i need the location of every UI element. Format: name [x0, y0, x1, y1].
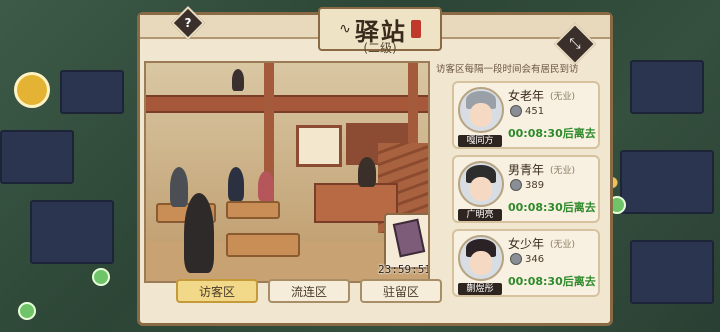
- leave-countdown: 00:08:30后离去: [508, 275, 596, 288]
- coin-value: 346: [525, 253, 545, 265]
- side-menu-button[interactable]: [14, 72, 50, 108]
- tab-linger-zone[interactable]: 流连区: [268, 279, 350, 303]
- item-timer: 23:59:51: [378, 263, 430, 276]
- visitor-type: 女少年: [508, 237, 545, 251]
- avatar-face: [470, 177, 492, 201]
- inn-scene: 23:59:51: [144, 61, 430, 283]
- panel-level: (二级): [363, 41, 397, 55]
- map-building: [60, 70, 124, 114]
- balcony-rail: [146, 95, 428, 113]
- help-icon: ?: [184, 16, 192, 30]
- map-pin-icon[interactable]: [92, 268, 110, 286]
- innkeeper-figure[interactable]: [358, 157, 376, 187]
- map-building: [0, 130, 74, 184]
- coin-value: 451: [525, 105, 545, 117]
- visitor-list: 嘎同方 女老年 (无业) 451 00:08:30后离去 广明亮 男青年 (无业…: [452, 81, 600, 303]
- map-pin-icon[interactable]: [18, 302, 36, 320]
- coin-icon: [510, 179, 522, 191]
- npc-figure[interactable]: [232, 69, 244, 91]
- book-icon: [392, 218, 426, 258]
- table: [226, 201, 280, 219]
- visitor-notice: 访客区每隔一段时间会有居民到访: [436, 64, 579, 75]
- visitor-avatar: [458, 161, 504, 207]
- visitor-coins: 389: [510, 179, 544, 191]
- player-figure[interactable]: [184, 193, 214, 273]
- cloud-ornament-icon: ∿: [339, 21, 351, 37]
- visitor-name: 广明亮: [458, 209, 502, 221]
- visitor-job: (无业): [550, 240, 576, 250]
- avatar-face: [470, 103, 492, 127]
- map-building: [30, 200, 114, 264]
- visitor-card[interactable]: 蒯煜彤 女少年 (无业) 346 00:08:30后离去: [452, 229, 600, 297]
- visitor-name: 蒯煜彤: [458, 283, 502, 295]
- tab-visitor-zone[interactable]: 访客区: [176, 279, 258, 303]
- visitor-avatar: [458, 235, 504, 281]
- coin-icon: [510, 253, 522, 265]
- visitor-card[interactable]: 广明亮 男青年 (无业) 389 00:08:30后离去: [452, 155, 600, 223]
- map-building: [620, 150, 714, 214]
- item-card[interactable]: [384, 213, 428, 269]
- close-icon: ⤡: [569, 36, 581, 52]
- visitor-coins: 451: [510, 105, 544, 117]
- visitor-job: (无业): [550, 166, 576, 176]
- map-building: [630, 60, 704, 114]
- npc-figure[interactable]: [170, 167, 188, 207]
- tab-stay-zone[interactable]: 驻留区: [360, 279, 442, 303]
- npc-figure[interactable]: [228, 167, 244, 201]
- seal-stamp-icon: [410, 20, 421, 38]
- visitor-job: (无业): [550, 92, 576, 102]
- visitor-type: 女老年: [508, 89, 545, 103]
- lattice-window: [296, 125, 342, 167]
- visitor-type: 男青年: [508, 163, 545, 177]
- visitor-card[interactable]: 嘎同方 女老年 (无业) 451 00:08:30后离去: [452, 81, 600, 149]
- visitor-name: 嘎同方: [458, 135, 502, 147]
- leave-countdown: 00:08:30后离去: [508, 127, 596, 140]
- coin-value: 389: [525, 179, 545, 191]
- avatar-face: [470, 251, 492, 275]
- visitor-coins: 346: [510, 253, 544, 265]
- table: [226, 233, 300, 257]
- zone-tabs: 访客区 流连区 驻留区: [176, 279, 442, 303]
- npc-figure[interactable]: [258, 171, 274, 201]
- visitor-avatar: [458, 87, 504, 133]
- leave-countdown: 00:08:30后离去: [508, 201, 596, 214]
- map-building: [630, 240, 714, 304]
- coin-icon: [510, 105, 522, 117]
